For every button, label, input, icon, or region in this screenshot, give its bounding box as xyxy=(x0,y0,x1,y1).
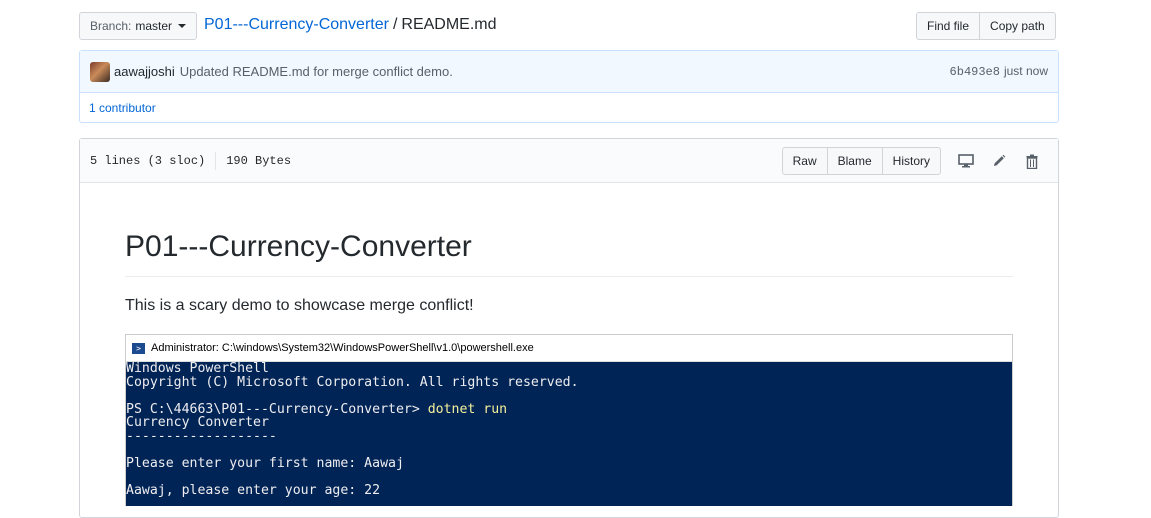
branch-name: master xyxy=(135,19,173,33)
console-line-text: Please enter your first name: Aawaj xyxy=(126,456,404,472)
file-actions: Raw Blame History xyxy=(781,147,1048,175)
file-line-count: 5 lines (3 sloc) xyxy=(90,153,206,168)
console-line: Currency Converter xyxy=(126,416,1012,430)
powershell-screenshot-image: > Administrator: C:\windows\System32\Win… xyxy=(125,334,1013,506)
latest-commit-row: aawajjoshi Updated README.md for merge c… xyxy=(80,51,1058,93)
trash-icon[interactable] xyxy=(1015,147,1048,175)
readme-paragraph: This is a scary demo to showcase merge c… xyxy=(125,297,474,314)
find-file-button[interactable]: Find file xyxy=(916,12,981,40)
console-line: ------------------- xyxy=(126,430,1012,444)
file-header: 5 lines (3 sloc) 190 Bytes Raw Blame His… xyxy=(80,139,1058,183)
commit-author-link[interactable]: aawajjoshi xyxy=(114,64,175,79)
history-button[interactable]: History xyxy=(881,147,941,175)
console-line-text: ------------------- xyxy=(126,428,277,444)
console-command: dotnet run xyxy=(427,401,508,417)
repo-link[interactable]: P01---Currency-Converter xyxy=(204,16,389,33)
powershell-icon: > xyxy=(132,342,145,354)
readme-title: P01---Currency-Converter xyxy=(125,230,1013,277)
pencil-icon[interactable] xyxy=(982,147,1015,175)
contributors-row: 1 contributor xyxy=(80,93,1058,123)
avatar[interactable] xyxy=(90,61,110,82)
console-line: Please enter your first name: Aawaj xyxy=(126,457,1012,471)
copy-path-button[interactable]: Copy path xyxy=(980,12,1056,40)
commit-sha-link[interactable]: 6b493e8 xyxy=(950,65,1000,79)
file-info-divider xyxy=(215,151,217,170)
console-output: Windows PowerShell Copyright (C) Microsof… xyxy=(126,362,1012,506)
file-nav-button-group: Find file Copy path xyxy=(916,12,1056,40)
console-window-title: Administrator: C:\windows\System32\Windo… xyxy=(151,342,534,354)
caret-down-icon xyxy=(178,24,187,28)
console-line: Aawaj, please enter your age: 22 xyxy=(126,484,1012,498)
commit-message-link[interactable]: Updated README.md for merge conflict dem… xyxy=(180,64,453,79)
console-line: Windows PowerShell xyxy=(126,362,1012,376)
desktop-icon[interactable] xyxy=(949,147,982,175)
contributors-link[interactable]: 1 contributor xyxy=(89,101,156,115)
file-view-button-group: Raw Blame History xyxy=(781,147,941,175)
console-line: Copyright (C) Microsoft Corporation. All… xyxy=(126,374,1012,390)
console-line-text: Copyright (C) Microsoft Corporation. All… xyxy=(126,374,579,390)
commit-info-box: aawajjoshi Updated README.md for merge c… xyxy=(79,50,1059,123)
raw-button[interactable]: Raw xyxy=(781,147,828,175)
commit-time: just now xyxy=(1003,64,1048,78)
breadcrumb-file-name: README.md xyxy=(401,16,497,33)
breadcrumb: P01---Currency-Converter / README.md xyxy=(204,16,497,34)
blame-button[interactable]: Blame xyxy=(826,147,883,175)
commit-meta: 6b493e8 just now xyxy=(950,64,1048,79)
branch-selector-button[interactable]: Branch: master xyxy=(79,12,198,40)
console-line-text: Aawaj, please enter your age: 22 xyxy=(126,483,381,499)
branch-prefix: Branch: xyxy=(90,19,132,33)
breadcrumb-separator: / xyxy=(392,16,398,33)
console-line: PS C:\44663\P01---Currency-Converter> do… xyxy=(126,401,1012,417)
console-titlebar: > Administrator: C:\windows\System32\Win… xyxy=(126,335,1012,362)
file-size: 190 Bytes xyxy=(226,153,292,168)
